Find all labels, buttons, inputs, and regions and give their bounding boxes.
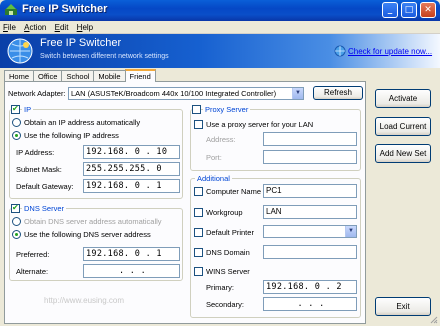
proxy-port-field[interactable] [263, 150, 357, 164]
proxy-port-label: Port: [206, 153, 222, 162]
window-title: Free IP Switcher [22, 3, 108, 15]
chevron-down-icon: ▼ [292, 88, 303, 99]
load-current-button[interactable]: Load Current [375, 117, 431, 136]
dns-manual-radio[interactable] [12, 230, 21, 239]
default-printer-label: Default Printer [206, 228, 254, 237]
dns-auto-label: Obtain DNS server address automatically [24, 217, 162, 226]
dns-auto-radio[interactable] [12, 217, 21, 226]
globe-icon [334, 45, 346, 57]
banner-subtitle: Switch between different network setting… [40, 53, 169, 60]
ip-auto-label: Obtain an IP address automatically [24, 118, 141, 127]
header-banner: Free IP Switcher Switch between differen… [0, 34, 440, 68]
wins-primary-label: Primary: [206, 283, 234, 292]
adapter-value: LAN (ASUSTeK/Broadcom 440x 10/100 Integr… [71, 89, 277, 98]
gateway-field[interactable]: 192.168. 0 . 1 [83, 179, 180, 193]
banner-title: Free IP Switcher [40, 37, 122, 49]
watermark-url: http://www.eusing.com [44, 296, 125, 305]
computer-name-field[interactable]: PC1 [263, 184, 357, 198]
adapter-label: Network Adapter: [8, 89, 66, 98]
dns-domain-field[interactable] [263, 245, 357, 259]
proxy-address-label: Address: [206, 135, 236, 144]
menu-file[interactable]: File [0, 21, 19, 34]
adapter-select[interactable]: LAN (ASUSTeK/Broadcom 440x 10/100 Integr… [68, 87, 304, 100]
activate-button[interactable]: Activate [375, 89, 431, 108]
default-printer-checkbox[interactable] [194, 228, 203, 237]
ip-auto-radio[interactable] [12, 118, 21, 127]
refresh-button[interactable]: Refresh [313, 86, 363, 100]
wins-label: WINS Server [206, 267, 250, 276]
wins-secondary-label: Secondary: [206, 300, 244, 309]
dns-domain-checkbox[interactable] [194, 248, 203, 257]
dns-group-title: DNS Server [22, 204, 67, 213]
ip-manual-radio[interactable] [12, 131, 21, 140]
ip-address-field[interactable]: 192.168. 0 . 10 [83, 145, 180, 159]
subnet-mask-field[interactable]: 255.255.255. 0 [83, 162, 180, 176]
tab-friend[interactable]: Friend [124, 69, 156, 82]
workgroup-field[interactable]: LAN [263, 205, 357, 219]
workgroup-checkbox[interactable] [194, 208, 203, 217]
ip-manual-label: Use the following IP address [24, 131, 119, 140]
dns-preferred-label: Preferred: [16, 250, 50, 259]
ip-address-label: IP Address: [16, 148, 55, 157]
wins-secondary-field[interactable]: . . . [263, 297, 357, 311]
additional-group-title: Additional [195, 174, 232, 183]
dns-manual-label: Use the following DNS server address [24, 230, 151, 239]
menu-bar: File Action Edit Help [0, 21, 440, 34]
subnet-mask-label: Subnet Mask: [16, 165, 62, 174]
dns-preferred-field[interactable]: 192.168. 0 . 1 [83, 247, 180, 261]
dns-alternate-label: Alternate: [16, 267, 49, 276]
resize-grip-icon[interactable] [430, 316, 438, 324]
minimize-button[interactable]: _ [382, 2, 398, 18]
settings-panel: Network Adapter: LAN (ASUSTeK/Broadcom 4… [4, 81, 366, 324]
dns-alternate-field[interactable]: . . . [83, 264, 180, 278]
menu-action[interactable]: Action [21, 21, 49, 34]
default-printer-select[interactable]: ▼ [263, 225, 357, 238]
gateway-label: Default Gateway: [16, 182, 74, 191]
proxy-group-checkbox[interactable] [192, 105, 201, 114]
app-icon [5, 4, 17, 15]
ip-group-title: IP [22, 105, 34, 114]
dns-checkbox[interactable] [11, 203, 20, 213]
menu-help[interactable]: Help [74, 21, 96, 34]
network-logo-icon [7, 38, 33, 64]
wins-checkbox[interactable] [194, 267, 203, 276]
ip-checkbox[interactable] [11, 104, 20, 114]
chevron-down-icon: ▼ [345, 226, 356, 237]
maximize-button[interactable]: □ [401, 2, 417, 18]
proxy-group-title: Proxy Server [203, 105, 251, 114]
add-new-set-button[interactable]: Add New Set [375, 144, 431, 163]
title-bar[interactable]: Free IP Switcher _ □ ✕ [0, 0, 440, 21]
dns-domain-label: DNS Domain [206, 248, 250, 257]
workgroup-label: Workgroup [206, 208, 243, 217]
computer-name-checkbox[interactable] [194, 187, 203, 196]
check-update-link[interactable]: Check for update now... [348, 47, 432, 56]
wins-primary-field[interactable]: 192.168. 0 . 2 [263, 280, 357, 294]
proxy-address-field[interactable] [263, 132, 357, 146]
computer-name-label: Computer Name [206, 187, 262, 196]
exit-button[interactable]: Exit [375, 297, 431, 316]
use-proxy-label: Use a proxy server for your LAN [206, 120, 314, 129]
close-button[interactable]: ✕ [420, 2, 436, 18]
use-proxy-checkbox[interactable] [194, 120, 203, 129]
menu-edit[interactable]: Edit [52, 21, 72, 34]
